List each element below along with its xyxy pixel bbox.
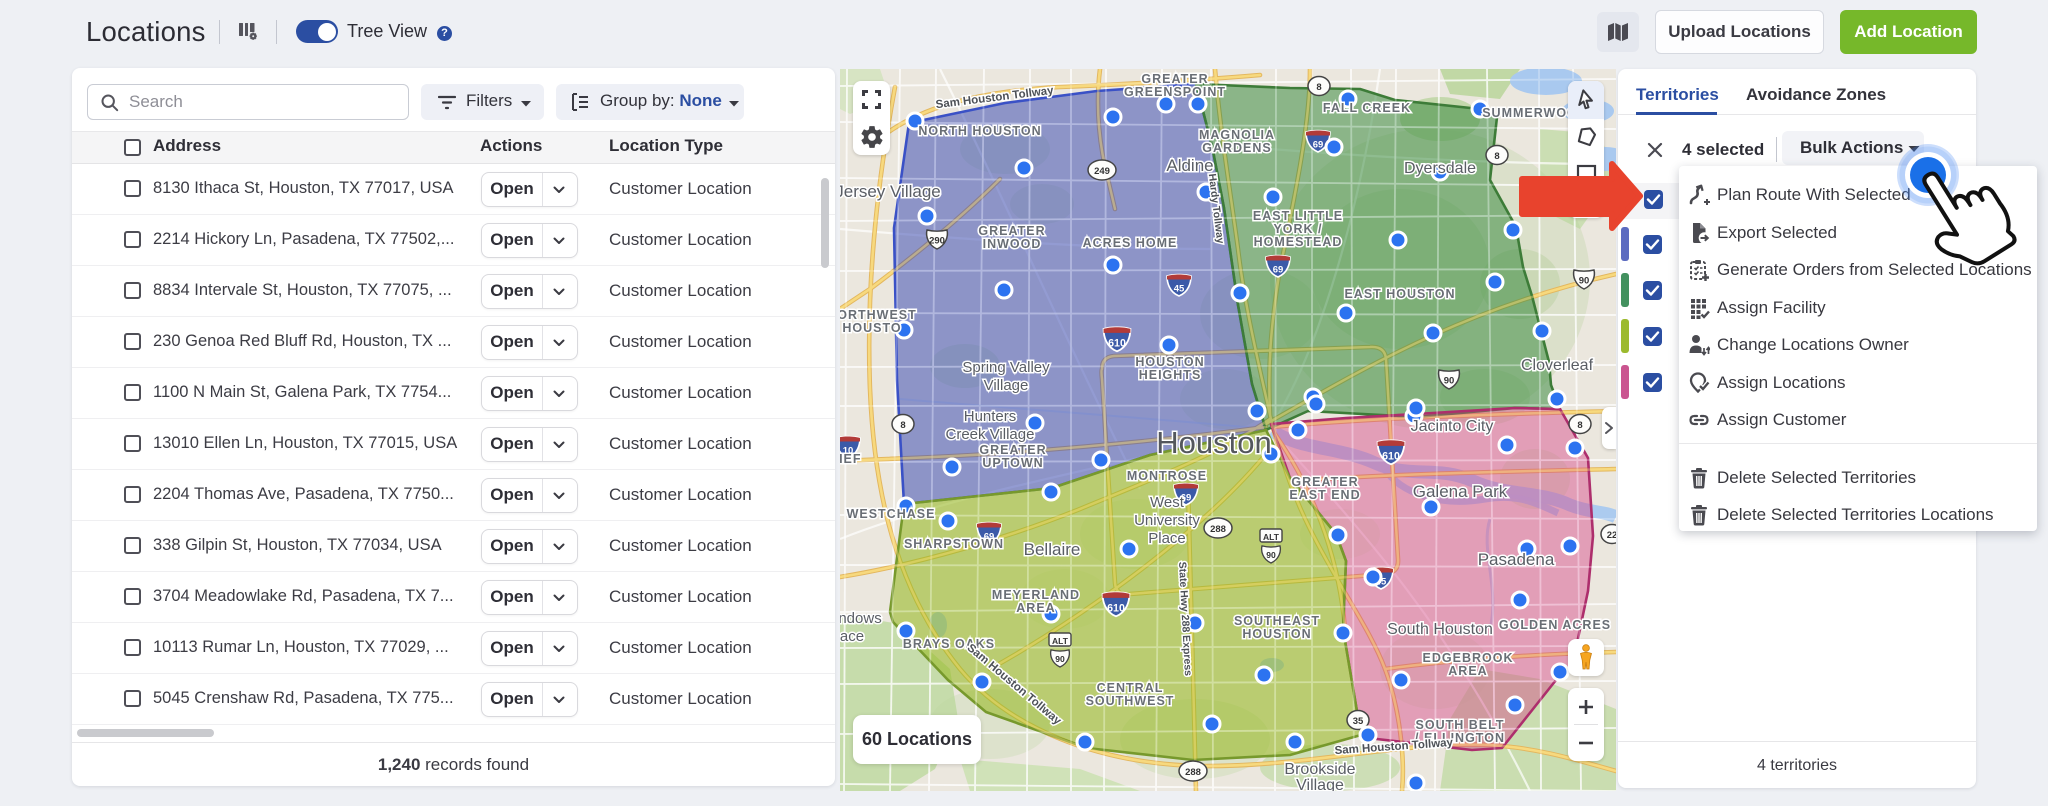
svg-text:Creek Village: Creek Village: [946, 426, 1035, 443]
svg-text:SOUTHWEST: SOUTHWEST: [1086, 694, 1175, 708]
svg-text:90: 90: [1444, 376, 1455, 387]
svg-text:EAST END: EAST END: [1289, 488, 1360, 502]
svg-text:Aldine: Aldine: [1166, 156, 1213, 175]
svg-text:GREENSPOINT: GREENSPOINT: [1124, 85, 1226, 99]
svg-text:Pasadena: Pasadena: [1478, 550, 1555, 569]
svg-text:Jacinto City: Jacinto City: [1411, 418, 1494, 435]
svg-text:MAGNOLIA: MAGNOLIA: [1199, 128, 1275, 142]
svg-text:HEIGHTS: HEIGHTS: [1139, 368, 1202, 382]
svg-text:NORTH HOUSTON: NORTH HOUSTON: [918, 124, 1041, 138]
svg-text:69: 69: [1313, 140, 1324, 151]
svg-text:MONTROSE: MONTROSE: [1127, 469, 1207, 483]
svg-text:GARDENS: GARDENS: [1202, 141, 1272, 155]
svg-text:ndows: ndows: [840, 610, 882, 627]
svg-text:Spring Valley: Spring Valley: [962, 359, 1050, 376]
svg-text:Cloverleaf: Cloverleaf: [1521, 357, 1594, 374]
svg-text:YORK /: YORK /: [1273, 222, 1322, 236]
svg-text:AREA: AREA: [1448, 664, 1487, 678]
svg-text:UPTOWN: UPTOWN: [982, 456, 1043, 470]
svg-text:GREATER: GREATER: [1141, 72, 1208, 86]
svg-text:290: 290: [929, 236, 945, 247]
svg-text:69: 69: [1273, 265, 1284, 276]
svg-text:Galena Park: Galena Park: [1413, 482, 1508, 501]
svg-text:LIEF: LIEF: [840, 452, 862, 466]
svg-text:90: 90: [1055, 654, 1065, 664]
svg-text:35: 35: [1353, 716, 1364, 727]
svg-text:West: West: [1150, 494, 1185, 511]
svg-text:288: 288: [1185, 767, 1201, 778]
svg-text:CENTRAL: CENTRAL: [1097, 681, 1164, 695]
svg-text:249: 249: [1094, 166, 1110, 177]
svg-text:EAST HOUSTON: EAST HOUSTON: [1344, 287, 1455, 301]
svg-text:90: 90: [1579, 276, 1590, 287]
svg-text:Jersey Village: Jersey Village: [840, 182, 941, 201]
svg-text:ALT: ALT: [1052, 636, 1069, 646]
svg-text:Village: Village: [1296, 777, 1344, 791]
svg-text:8: 8: [1316, 82, 1321, 93]
svg-text:FALL CREEK: FALL CREEK: [1323, 101, 1411, 115]
svg-text:GREATER: GREATER: [979, 443, 1046, 457]
svg-text:MEYERLAND: MEYERLAND: [992, 588, 1080, 602]
svg-text:90: 90: [1266, 550, 1276, 560]
svg-text:GREATER: GREATER: [1291, 475, 1358, 489]
svg-text:INWOOD: INWOOD: [983, 237, 1042, 251]
svg-text:Bellaire: Bellaire: [1024, 540, 1081, 559]
svg-text:ALT: ALT: [1263, 532, 1280, 542]
svg-text:45: 45: [1174, 284, 1185, 295]
svg-text:EAST LITTLE: EAST LITTLE: [1253, 209, 1343, 223]
svg-text:HOMESTEAD: HOMESTEAD: [1254, 235, 1343, 249]
svg-text:NORTHWEST: NORTHWEST: [840, 308, 917, 322]
svg-text:EDGEBROOK: EDGEBROOK: [1423, 651, 1514, 665]
svg-text:610: 610: [1382, 450, 1400, 462]
svg-text:SHARPSTOWN: SHARPSTOWN: [904, 537, 1004, 551]
svg-text:HOUSTON: HOUSTON: [1242, 627, 1311, 641]
svg-text:22: 22: [1607, 530, 1616, 541]
svg-text:AREA: AREA: [1016, 601, 1055, 615]
svg-text:SUMMERWOO: SUMMERWOO: [1482, 106, 1578, 120]
svg-text:Dyersdale: Dyersdale: [1404, 160, 1476, 177]
svg-text:HOUSTO: HOUSTO: [842, 321, 901, 335]
svg-text:288: 288: [1210, 524, 1226, 535]
svg-text:Village: Village: [984, 377, 1029, 394]
svg-text:Houston: Houston: [1156, 425, 1271, 460]
svg-text:Place: Place: [1148, 530, 1186, 547]
svg-text:ACRES HOME: ACRES HOME: [1083, 236, 1178, 250]
svg-text:SOUTHEAST: SOUTHEAST: [1234, 614, 1320, 628]
svg-text:610: 610: [1108, 337, 1126, 349]
svg-text:HOUSTON: HOUSTON: [1135, 355, 1204, 369]
svg-text:8: 8: [1494, 151, 1499, 162]
svg-text:South Houston: South Houston: [1387, 621, 1493, 638]
svg-text:SOUTH BELT: SOUTH BELT: [1416, 718, 1505, 732]
svg-text:8: 8: [900, 420, 905, 431]
svg-text:WESTCHASE: WESTCHASE: [847, 507, 936, 521]
svg-text:ace: ace: [840, 628, 864, 645]
svg-text:Brookside: Brookside: [1284, 761, 1355, 778]
svg-text:University: University: [1134, 512, 1200, 529]
svg-text:8: 8: [1577, 420, 1582, 431]
svg-text:Hunters: Hunters: [964, 408, 1017, 425]
svg-text:610: 610: [1107, 602, 1125, 614]
svg-text:GREATER: GREATER: [978, 224, 1045, 238]
svg-text:GOLDEN ACRES: GOLDEN ACRES: [1499, 618, 1611, 632]
